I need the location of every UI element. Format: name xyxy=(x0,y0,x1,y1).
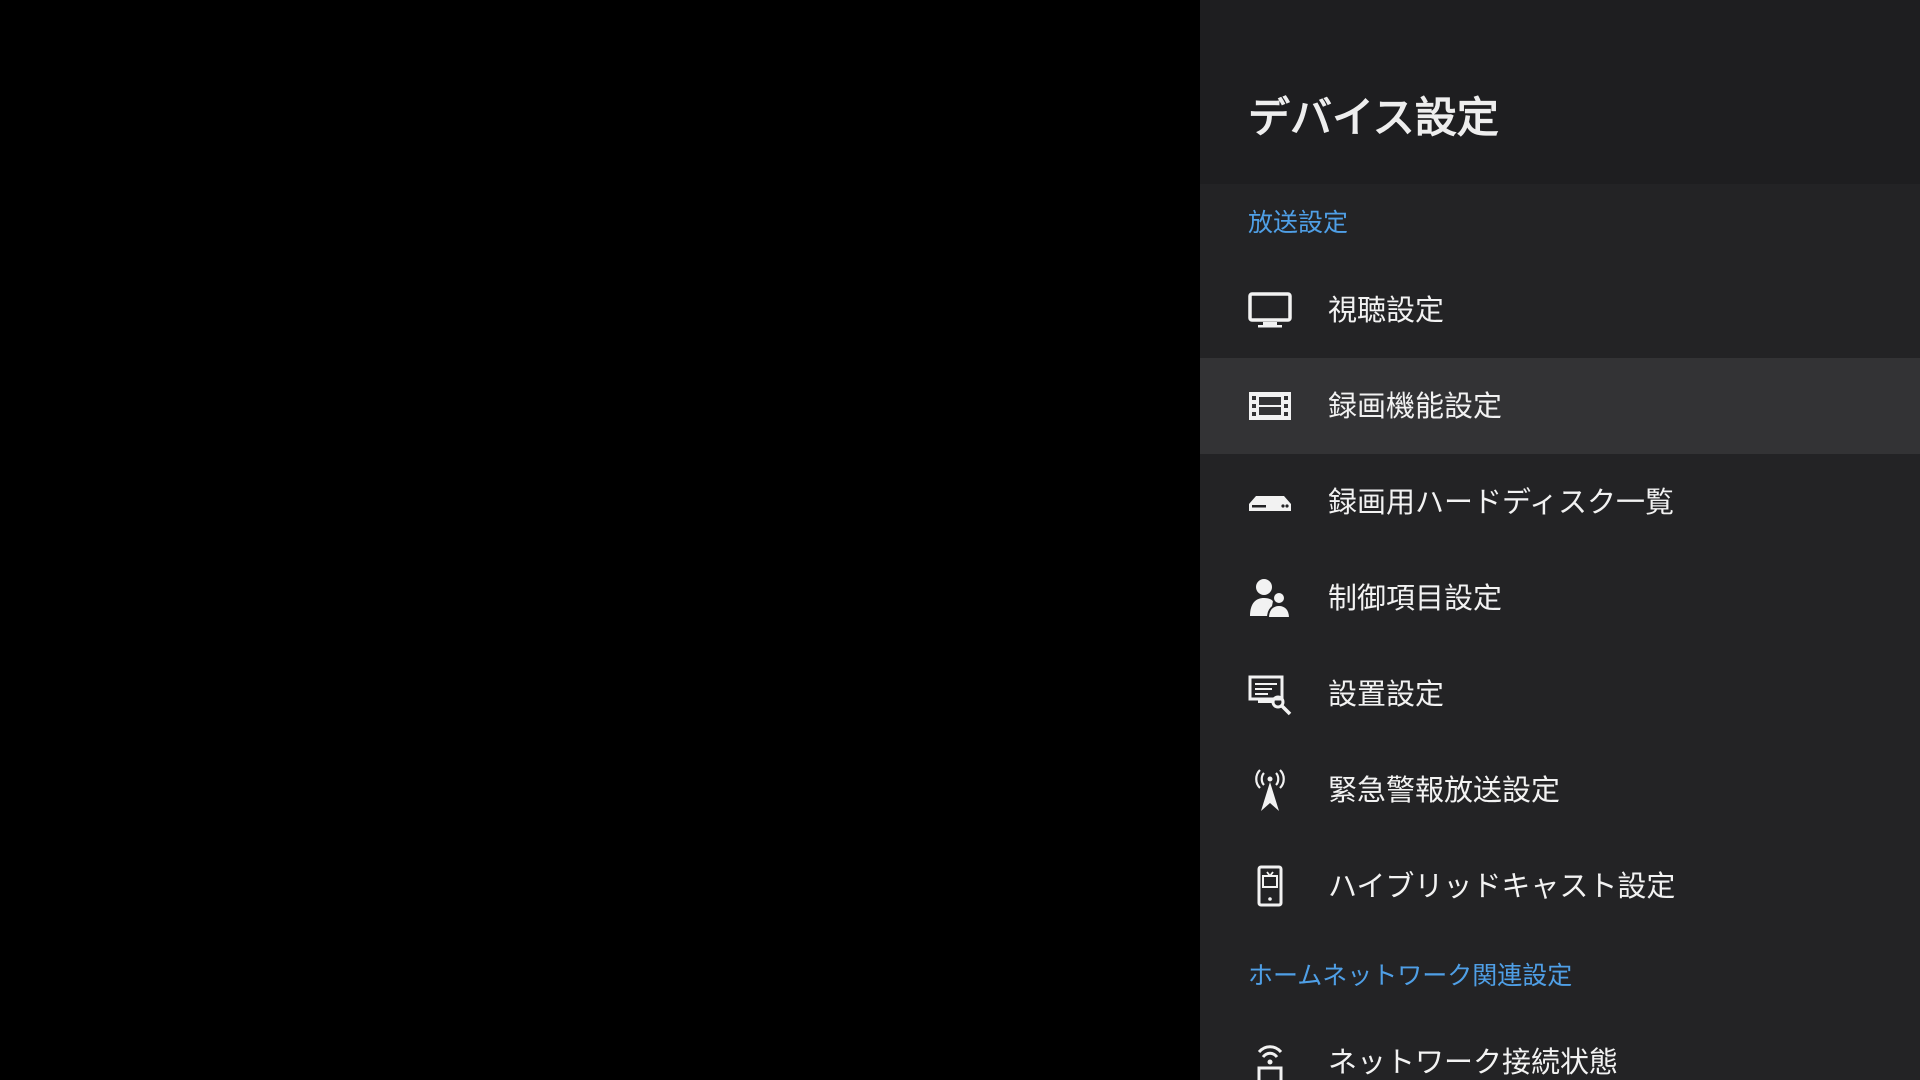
smartphone-tv-icon xyxy=(1248,864,1292,908)
device-settings-panel: デバイス設定 放送設定 視聴設定 録画機能設定 録画用ハードディスク一覧 制御項… xyxy=(1200,0,1920,1080)
section-header-broadcast: 放送設定 xyxy=(1248,208,1349,237)
users-icon xyxy=(1248,576,1292,620)
network-status-icon xyxy=(1248,1040,1292,1080)
film-icon xyxy=(1248,384,1292,428)
tv-icon xyxy=(1248,288,1292,332)
panel-header: デバイス設定 xyxy=(1200,0,1920,184)
menu-item-label: 制御項目設定 xyxy=(1328,581,1503,615)
panel-title: デバイス設定 xyxy=(1248,93,1499,142)
section-header-home-network: ホームネットワーク関連設定 xyxy=(1248,961,1573,990)
hard-disk-icon xyxy=(1248,480,1292,524)
video-area xyxy=(0,0,1200,1080)
menu-item-label: 設置設定 xyxy=(1328,677,1445,711)
setup-tools-icon xyxy=(1248,672,1292,716)
menu-item-viewing-settings[interactable]: 視聴設定 xyxy=(1200,262,1920,358)
menu-item-control-settings[interactable]: 制御項目設定 xyxy=(1200,550,1920,646)
menu-item-recording-hdd-list[interactable]: 録画用ハードディスク一覧 xyxy=(1200,454,1920,550)
broadcast-tower-icon xyxy=(1248,768,1292,812)
menu-item-label: ハイブリッドキャスト設定 xyxy=(1328,869,1676,903)
menu-item-label: ネットワーク接続状態 xyxy=(1328,1045,1619,1079)
menu-item-label: 緊急警報放送設定 xyxy=(1328,773,1561,807)
menu-item-recording-settings[interactable]: 録画機能設定 xyxy=(1200,358,1920,454)
menu-item-hybridcast-settings[interactable]: ハイブリッドキャスト設定 xyxy=(1200,838,1920,934)
menu-item-network-connection-status[interactable]: ネットワーク接続状態 xyxy=(1200,1014,1920,1080)
menu-item-emergency-broadcast-settings[interactable]: 緊急警報放送設定 xyxy=(1200,742,1920,838)
menu-item-label: 録画用ハードディスク一覧 xyxy=(1328,485,1674,519)
menu-item-label: 視聴設定 xyxy=(1328,293,1445,327)
menu-item-label: 録画機能設定 xyxy=(1328,389,1503,423)
menu-item-installation-settings[interactable]: 設置設定 xyxy=(1200,646,1920,742)
screen: デバイス設定 放送設定 視聴設定 録画機能設定 録画用ハードディスク一覧 制御項… xyxy=(0,0,1920,1080)
